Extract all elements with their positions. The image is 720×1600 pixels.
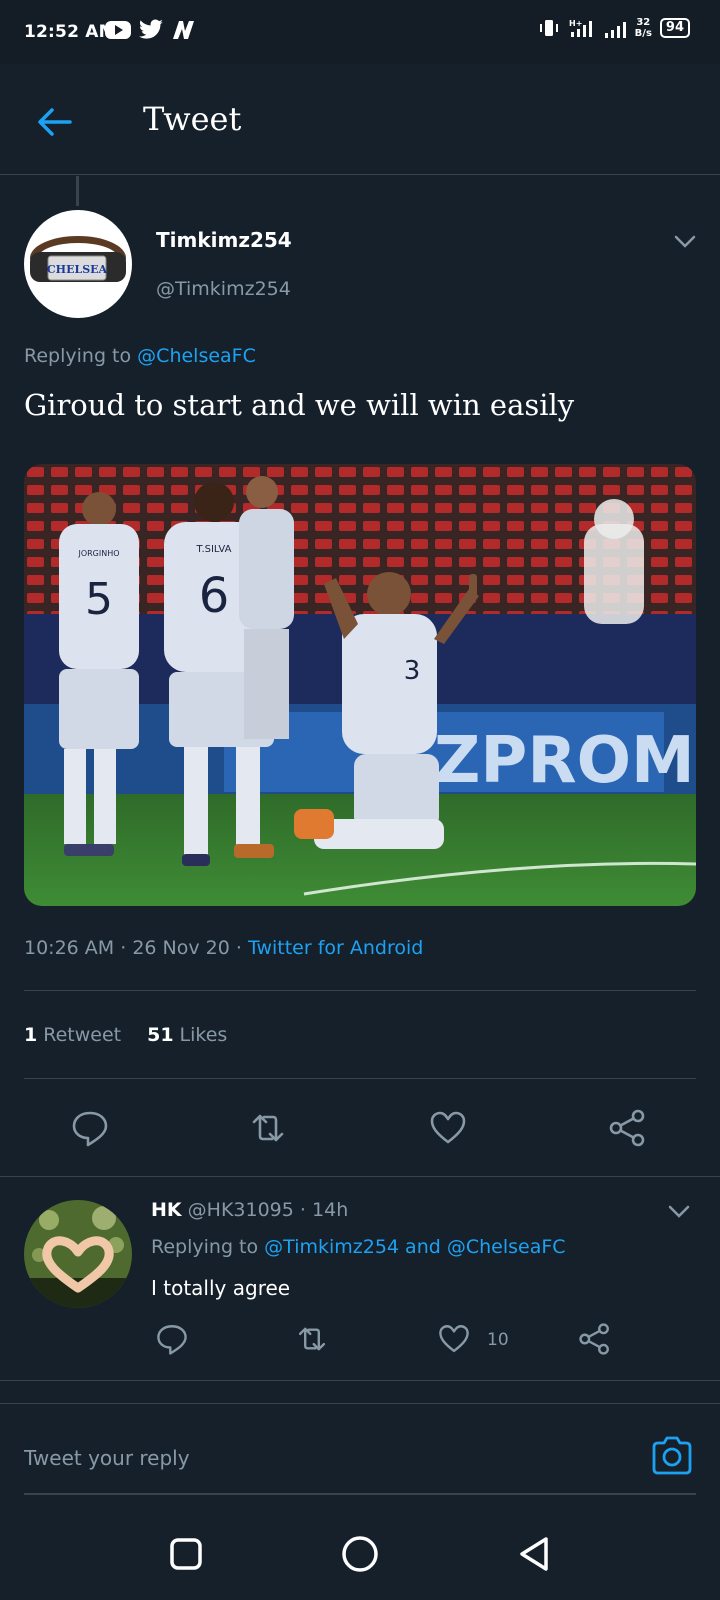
compose-divider <box>0 1403 720 1404</box>
back-arrow-icon[interactable] <box>34 102 74 142</box>
likes-label: Likes <box>179 1024 228 1046</box>
retweet-icon[interactable] <box>295 1322 329 1356</box>
news-icon <box>173 21 194 39</box>
camera-icon[interactable] <box>650 1433 694 1477</box>
tweet-time: 10:26 AM <box>24 937 115 959</box>
battery-indicator: 94 <box>659 18 690 38</box>
reply-replying-links[interactable]: @Timkimz254 and @ChelseaFC <box>264 1236 565 1258</box>
net-speed-unit: B/s <box>634 28 652 39</box>
retweets-label: Retweet <box>43 1024 122 1046</box>
tweet-source[interactable]: Twitter for Android <box>248 937 423 959</box>
tweet-media[interactable]: ZPROM JORGINHO 5 T.SILVA 6 3 <box>24 464 696 906</box>
section-divider <box>0 1380 720 1381</box>
reply-handle[interactable]: @HK31095 <box>188 1199 294 1221</box>
reply-input[interactable] <box>24 1440 624 1476</box>
net-speed-value: 32 <box>636 17 651 28</box>
net-speed: 32 B/s <box>635 17 652 39</box>
compose-underline <box>24 1493 696 1495</box>
replying-to: Replying to @ChelseaFC <box>24 345 256 367</box>
likes-stat[interactable]: 51 Likes <box>147 1024 227 1046</box>
reply-text: I totally agree <box>151 1276 291 1300</box>
status-app-icons <box>104 19 196 41</box>
like-heart-icon[interactable] <box>437 1322 471 1356</box>
meta-separator-2: · <box>235 937 242 959</box>
twitter-icon <box>139 19 163 39</box>
home-circle-icon[interactable] <box>340 1534 380 1574</box>
system-navbar <box>0 1500 720 1600</box>
reply-replying-to: Replying to @Timkimz254 and @ChelseaFC <box>151 1236 566 1258</box>
replying-to-link[interactable]: @ChelseaFC <box>137 345 256 367</box>
reply-time: 14h <box>312 1199 349 1221</box>
divider <box>24 1078 696 1079</box>
svg-text:H+: H+ <box>569 19 582 28</box>
football-photo: ZPROM JORGINHO 5 T.SILVA 6 3 <box>24 464 696 906</box>
player-back <box>239 476 294 739</box>
reply-avatar[interactable] <box>24 1200 132 1308</box>
replying-prefix: Replying to <box>24 345 132 367</box>
back-triangle-icon[interactable] <box>514 1534 554 1574</box>
share-icon[interactable] <box>608 1108 648 1148</box>
jersey-name-1: JORGINHO <box>77 549 119 558</box>
section-divider <box>0 1176 720 1177</box>
meta-separator-1: · <box>120 937 127 959</box>
bracelet-image: CHELSEA <box>30 236 126 282</box>
ad-board-text: ZPROM <box>434 724 695 798</box>
jersey-number-3: 3 <box>404 656 421 686</box>
jersey-number-2: 6 <box>199 568 230 624</box>
jersey-number-1: 5 <box>85 574 113 625</box>
tweet-text: Giroud to start and we will win easily <box>24 388 575 422</box>
thread-line <box>76 176 79 206</box>
like-heart-icon[interactable] <box>428 1108 468 1148</box>
likes-count: 51 <box>147 1024 174 1046</box>
display-name[interactable]: Timkimz254 <box>156 228 292 252</box>
vibrate-icon <box>539 20 558 36</box>
recents-square-icon[interactable] <box>166 1534 206 1574</box>
reply-like-count: 10 <box>487 1330 509 1350</box>
header: Tweet <box>0 64 720 175</box>
retweets-stat[interactable]: 1 Retweet <box>24 1024 121 1046</box>
tweet-meta: 10:26 AM · 26 Nov 20 · Twitter for Andro… <box>24 937 423 959</box>
divider <box>24 990 696 991</box>
retweet-icon[interactable] <box>248 1108 288 1148</box>
status-indicators: H+ 32 B/s 94 <box>537 17 690 39</box>
youtube-icon <box>105 21 131 39</box>
reply-icon[interactable] <box>155 1322 189 1356</box>
heart-hands-image <box>24 1200 132 1308</box>
chevron-down-icon[interactable] <box>672 228 698 254</box>
handle[interactable]: @Timkimz254 <box>156 278 291 300</box>
status-time: 12:52 AM <box>24 22 116 42</box>
chevron-down-icon[interactable] <box>666 1198 692 1224</box>
reply-display-name[interactable]: HK <box>151 1199 182 1221</box>
share-icon[interactable] <box>578 1322 612 1356</box>
meta-separator: · <box>299 1199 306 1221</box>
reply-icon[interactable] <box>70 1108 110 1148</box>
tweet-date: 26 Nov 20 <box>132 937 230 959</box>
tweet-stats: 1 Retweet 51 Likes <box>24 1024 227 1046</box>
signal-h-icon: H+ <box>569 19 592 37</box>
signal-icon <box>604 22 626 38</box>
retweets-count: 1 <box>24 1024 38 1046</box>
jersey-name-2: T.SILVA <box>196 544 232 555</box>
reply-replying-prefix: Replying to <box>151 1236 259 1258</box>
reply-header: HK @HK31095 · 14h <box>151 1199 348 1221</box>
avatar-badge-text: CHELSEA <box>47 263 108 276</box>
page-title: Tweet <box>143 100 242 138</box>
avatar[interactable]: CHELSEA <box>24 210 132 318</box>
status-bar: 12:52 AM H+ 32 B/s 94 <box>0 0 720 64</box>
